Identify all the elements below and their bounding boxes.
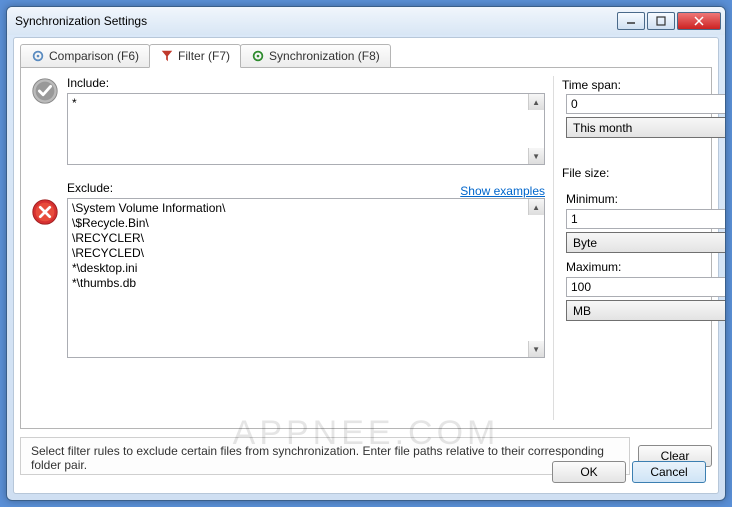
tab-label: Synchronization (F8) <box>269 49 380 63</box>
timespan-spinner[interactable]: ▲▼ <box>566 94 726 114</box>
combo-value: This month <box>567 121 726 135</box>
include-textarea[interactable] <box>68 94 528 164</box>
close-button[interactable] <box>677 12 721 30</box>
tab-strip: Comparison (F6) Filter (F7) Synchronizat… <box>20 44 712 68</box>
include-label: Include: <box>67 76 545 90</box>
combo-value: Byte <box>567 236 726 250</box>
help-text: Select filter rules to exclude certain f… <box>20 437 630 475</box>
min-unit-combo[interactable]: Byte <box>566 232 726 253</box>
ok-button[interactable]: OK <box>552 461 626 483</box>
funnel-icon <box>160 49 174 63</box>
min-value[interactable] <box>567 210 726 228</box>
scrollbar[interactable]: ▲▼ <box>528 94 544 164</box>
min-spinner[interactable]: ▲▼ <box>566 209 726 229</box>
minimize-button[interactable] <box>617 12 645 30</box>
exclude-textarea[interactable] <box>68 199 528 357</box>
max-unit-combo[interactable]: MB <box>566 300 726 321</box>
show-examples-link[interactable]: Show examples <box>460 184 545 198</box>
x-circle-icon <box>30 197 60 227</box>
timespan-value[interactable] <box>567 95 726 113</box>
titlebar: Synchronization Settings <box>7 7 725 35</box>
combo-value: MB <box>567 304 726 318</box>
tab-label: Comparison (F6) <box>49 49 139 63</box>
tab-page-filter: Include: ▲▼ <box>20 67 712 429</box>
minimum-label: Minimum: <box>566 192 726 206</box>
check-circle-icon <box>30 76 60 106</box>
dialog-window: Synchronization Settings Comparison (F6)… <box>6 6 726 501</box>
maximize-button[interactable] <box>647 12 675 30</box>
timespan-label: Time span: <box>562 78 703 92</box>
filesize-label: File size: <box>562 166 703 180</box>
gear-icon <box>31 49 45 63</box>
window-title: Synchronization Settings <box>15 14 615 28</box>
tab-label: Filter (F7) <box>178 49 230 63</box>
gear-green-icon <box>251 49 265 63</box>
cancel-button[interactable]: Cancel <box>632 461 706 483</box>
tab-filter[interactable]: Filter (F7) <box>149 44 241 68</box>
exclude-label: Exclude: <box>67 181 113 195</box>
client-area: Comparison (F6) Filter (F7) Synchronizat… <box>13 37 719 494</box>
maximum-label: Maximum: <box>566 260 726 274</box>
tab-synchronization[interactable]: Synchronization (F8) <box>240 44 391 68</box>
max-spinner[interactable]: ▲▼ <box>566 277 726 297</box>
tab-comparison[interactable]: Comparison (F6) <box>20 44 150 68</box>
scrollbar[interactable]: ▲▼ <box>528 199 544 357</box>
max-value[interactable] <box>567 278 726 296</box>
timespan-unit-combo[interactable]: This month <box>566 117 726 138</box>
